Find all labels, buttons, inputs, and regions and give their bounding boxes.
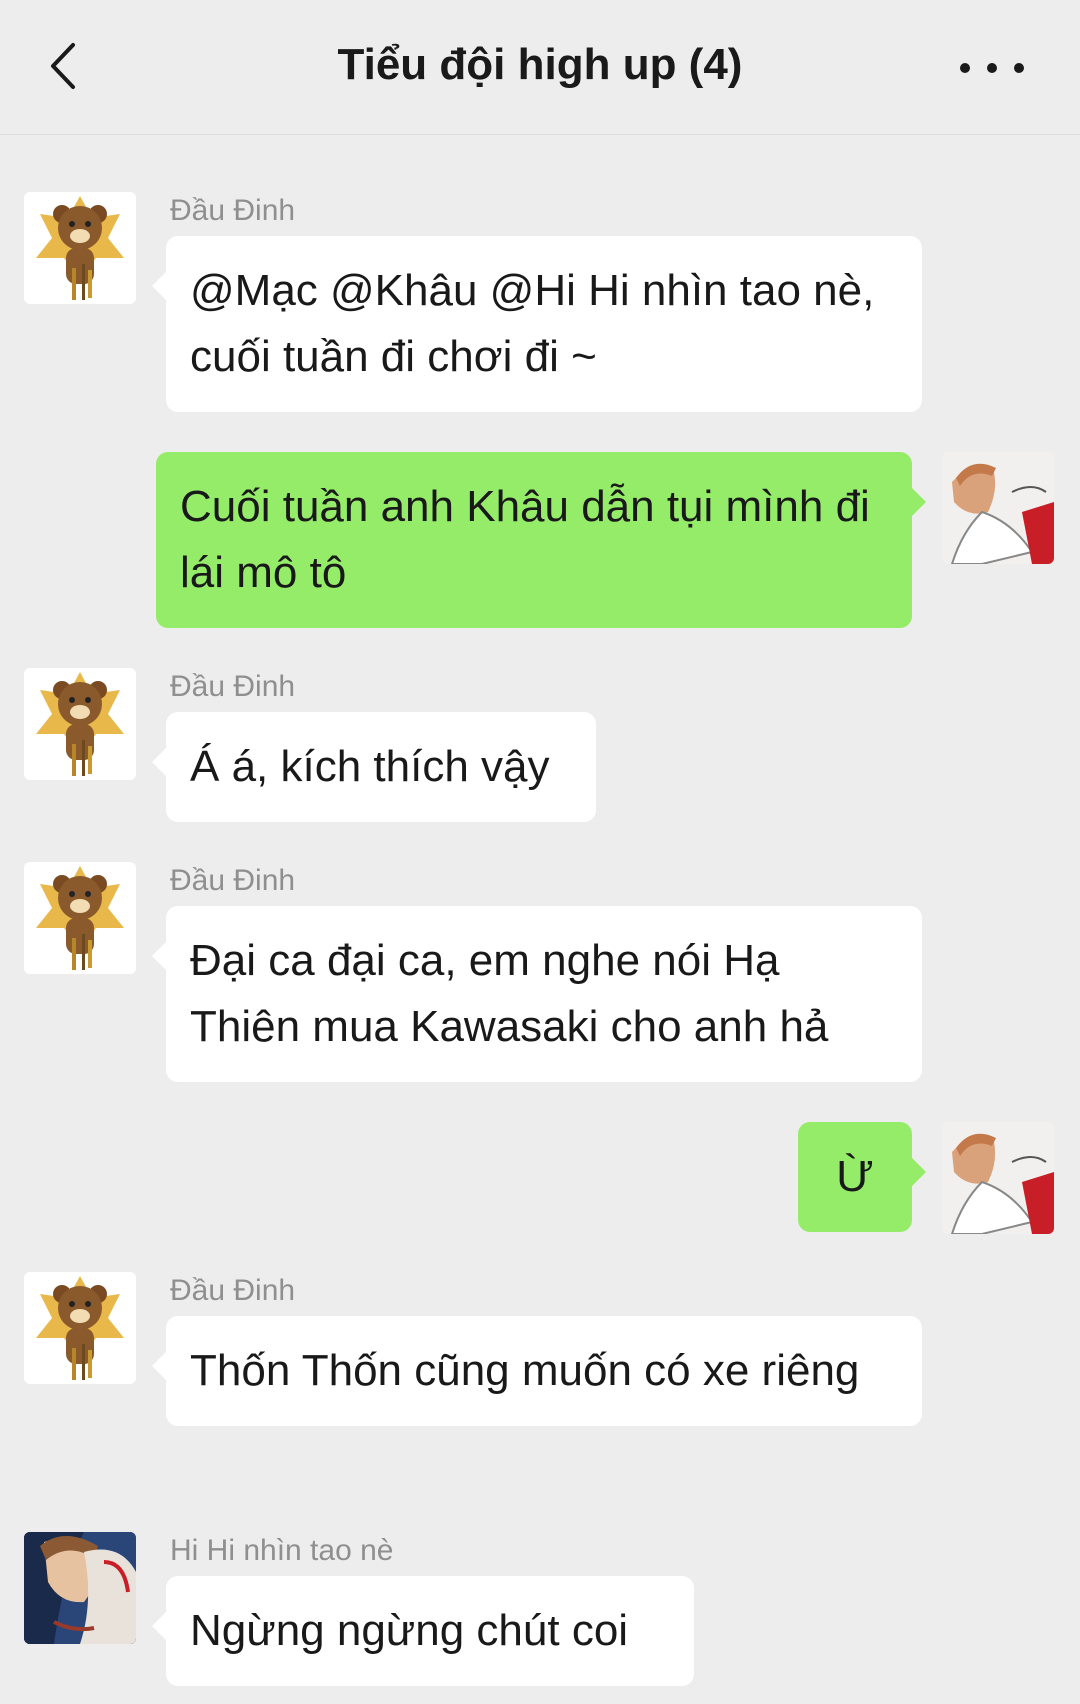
message-bubble[interactable]: Thốn Thốn cũng muốn có xe riêng bbox=[152, 1316, 922, 1426]
message-bubble[interactable]: Á á, kích thích vậy bbox=[152, 712, 596, 822]
bear-avatar[interactable] bbox=[24, 1272, 136, 1384]
more-dot bbox=[987, 63, 997, 73]
message-bubble[interactable]: Ừ bbox=[798, 1122, 926, 1232]
message-bubble[interactable]: Ngừng ngừng chút coi bbox=[152, 1576, 694, 1686]
sender-name: Hi Hi nhìn tao nè bbox=[170, 1534, 394, 1567]
message-bubble[interactable]: @Mạc @Khâu @Hi Hi nhìn tao nè, cuối tuần… bbox=[152, 236, 922, 412]
sender-name: Đầu Đinh bbox=[170, 194, 296, 227]
more-dot bbox=[960, 63, 970, 73]
hihi-avatar[interactable] bbox=[24, 1532, 136, 1644]
chat-header: Tiểu đội high up (4) bbox=[0, 0, 1080, 135]
sender-name: Đầu Đinh bbox=[170, 1274, 296, 1307]
more-button[interactable] bbox=[960, 50, 1024, 86]
self-avatar[interactable] bbox=[942, 1122, 1054, 1234]
sender-name: Đầu Đinh bbox=[170, 864, 296, 897]
message-bubble[interactable]: Đại ca đại ca, em nghe nói Hạ Thiên mua … bbox=[152, 906, 922, 1082]
more-dot bbox=[1014, 63, 1024, 73]
message-bubble[interactable]: Cuối tuần anh Khâu dẫn tụi mình đi lái m… bbox=[156, 452, 926, 628]
bear-avatar[interactable] bbox=[24, 862, 136, 974]
bear-avatar[interactable] bbox=[24, 192, 136, 304]
bear-avatar[interactable] bbox=[24, 668, 136, 780]
sender-name: Đầu Đinh bbox=[170, 670, 296, 703]
self-avatar[interactable] bbox=[942, 452, 1054, 564]
chat-title: Tiểu đội high up (4) bbox=[337, 40, 743, 89]
